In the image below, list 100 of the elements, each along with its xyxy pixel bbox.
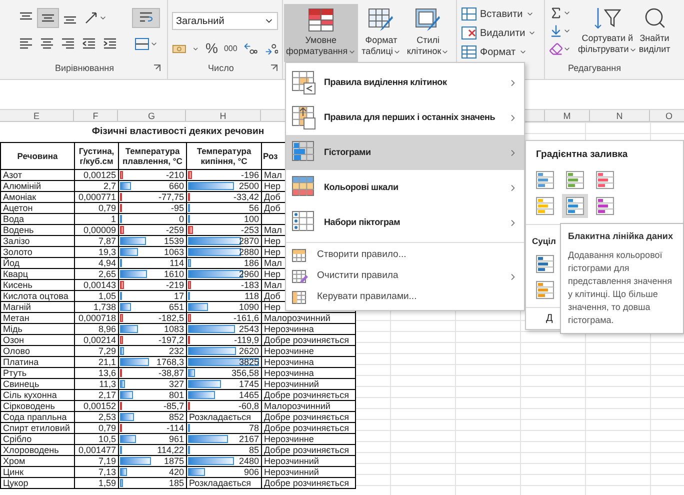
ribbon-button[interactable]: Знайти виділит — [638, 6, 672, 56]
decrease-decimal-icon[interactable] — [264, 42, 278, 56]
number-style-button[interactable]: % — [206, 38, 218, 59]
table-cell: Нерозчинна — [262, 368, 356, 379]
ribbon-button[interactable]: Видалити — [461, 25, 544, 41]
cell-value: -182,5 — [158, 313, 185, 323]
table-cell: Нерозчинний — [262, 467, 356, 478]
search-icon — [642, 6, 667, 30]
delete-cells-icon — [461, 26, 477, 40]
table-cell: Золото — [1, 247, 75, 258]
table-cell: Нерозчинна — [262, 324, 356, 335]
cell-value: 1768,3 — [156, 357, 185, 367]
number-format-dropdown[interactable]: Загальний — [172, 12, 278, 30]
ribbon-button[interactable]: Формат — [461, 44, 544, 60]
data-bar-style-icon — [596, 197, 614, 216]
cell-value: 232 — [168, 346, 185, 356]
wrap-button[interactable] — [132, 8, 160, 28]
cell-value: 1745 — [238, 379, 260, 389]
table-cell: Вода — [1, 214, 75, 225]
table-cell: Сода прапльна — [1, 412, 75, 423]
group-label: Вирівнювання — [54, 62, 116, 75]
eraser-icon[interactable] — [549, 42, 563, 56]
table-cell: 1,738 — [75, 302, 119, 313]
dialog-launcher-icon[interactable] — [270, 64, 278, 72]
column-header[interactable]: N — [590, 110, 650, 121]
table-cell: Кварц — [1, 269, 75, 280]
cell-value: 801 — [168, 390, 185, 400]
increase-decimal-icon[interactable] — [243, 42, 258, 56]
cell-value: 56 — [248, 203, 260, 213]
table-cell: Водень — [1, 225, 75, 236]
cell-value: -60,8 — [238, 401, 260, 411]
tooltip-title: Блакитна лінійка даних — [568, 230, 674, 243]
caret-icon — [99, 14, 107, 22]
cell-value: 1063 — [164, 247, 185, 257]
menu-item[interactable]: Гістограми — [286, 135, 524, 170]
data-bar-style-button[interactable] — [535, 254, 555, 274]
highlight-rules-icon — [292, 70, 316, 94]
table-cell: Озон — [1, 335, 75, 346]
ribbon-button[interactable]: Стилі клітинок — [404, 4, 452, 62]
table-cell: Нерозчинний — [262, 456, 356, 467]
currency-icon[interactable] — [172, 42, 186, 54]
number-style-button[interactable]: 000 — [224, 42, 238, 54]
table-cell: 13,6 — [75, 368, 119, 379]
table-cell: 2,65 — [75, 269, 119, 280]
data-bar-style-button[interactable] — [562, 194, 588, 218]
cell-value: 906 — [244, 467, 260, 477]
table-brush-icon — [368, 8, 394, 32]
cell-value: 85 — [248, 445, 260, 455]
cell-value: 356,58 — [231, 368, 260, 378]
table-cell: Ацетон — [1, 203, 75, 214]
column-header[interactable]: G — [118, 110, 186, 121]
menu-item[interactable]: Правила для перших і останніх значень — [286, 100, 524, 135]
cell-value: 2480 — [238, 456, 260, 466]
data-bar-style-button[interactable] — [535, 280, 555, 300]
table-cell: 21,1 — [75, 357, 119, 368]
column-header[interactable]: H — [186, 110, 261, 121]
cell-value: -259 — [166, 225, 185, 235]
menu-item[interactable]: Правила виділення клітинок — [286, 65, 524, 100]
table-cell: 1 — [75, 214, 119, 225]
ribbon-button[interactable]: Вставити — [461, 6, 544, 22]
table-cell: Хром — [1, 456, 75, 467]
table-cell: Цукор — [1, 478, 75, 489]
column-header[interactable]: F — [74, 110, 118, 121]
cell-value: 185 — [168, 478, 185, 488]
table-cell: 0,79 — [75, 203, 119, 214]
caret-icon — [526, 10, 534, 18]
table-cell: Сіль кухонна — [1, 390, 75, 401]
dialog-launcher-icon[interactable] — [153, 64, 161, 72]
data-bar-style-icon — [536, 197, 554, 216]
fill-icon[interactable] — [549, 24, 563, 38]
table-cell: 0,000771 — [75, 192, 119, 203]
ribbon-button[interactable]: Сортувати й фільтрувати — [577, 6, 638, 56]
ribbon-button[interactable]: Формат таблиці — [360, 4, 403, 62]
column-heading: Температура кипіння, °С — [187, 143, 262, 170]
align-button[interactable] — [37, 8, 59, 28]
table-cell: Амоніак — [1, 192, 75, 203]
table-cell: Свинець — [1, 379, 75, 390]
sum-icon[interactable] — [549, 6, 563, 20]
table-cell: 19,3 — [75, 247, 119, 258]
data-bar-style-icon — [566, 171, 584, 190]
table-cell: 2,17 — [75, 390, 119, 401]
cell-value: 17 — [174, 291, 185, 301]
table-cell: Добре розчиняється — [262, 390, 356, 401]
column-header[interactable]: E — [0, 110, 74, 121]
cell-brush-icon — [415, 8, 442, 32]
table-cell: Спирт етиловий — [1, 423, 75, 434]
column-header[interactable]: O — [650, 110, 684, 121]
table-cell: 0,00143 — [75, 280, 119, 291]
cell-value: -77,75 — [158, 192, 185, 202]
cell-value: 2543 — [238, 324, 260, 334]
table-cell: Ртуть — [1, 368, 75, 379]
menu-item[interactable]: Д — [546, 308, 553, 329]
cell-value: 100 — [244, 214, 260, 224]
orientation-align-icon — [83, 10, 99, 26]
data-bar-style-icon — [536, 171, 554, 190]
cell-value: 114,22 — [157, 445, 185, 455]
table-cell: 8,96 — [75, 324, 119, 335]
cell-value: -95 — [170, 203, 185, 213]
ribbon-button[interactable]: Умовне форматування — [284, 4, 358, 62]
column-header[interactable]: M — [545, 110, 590, 121]
